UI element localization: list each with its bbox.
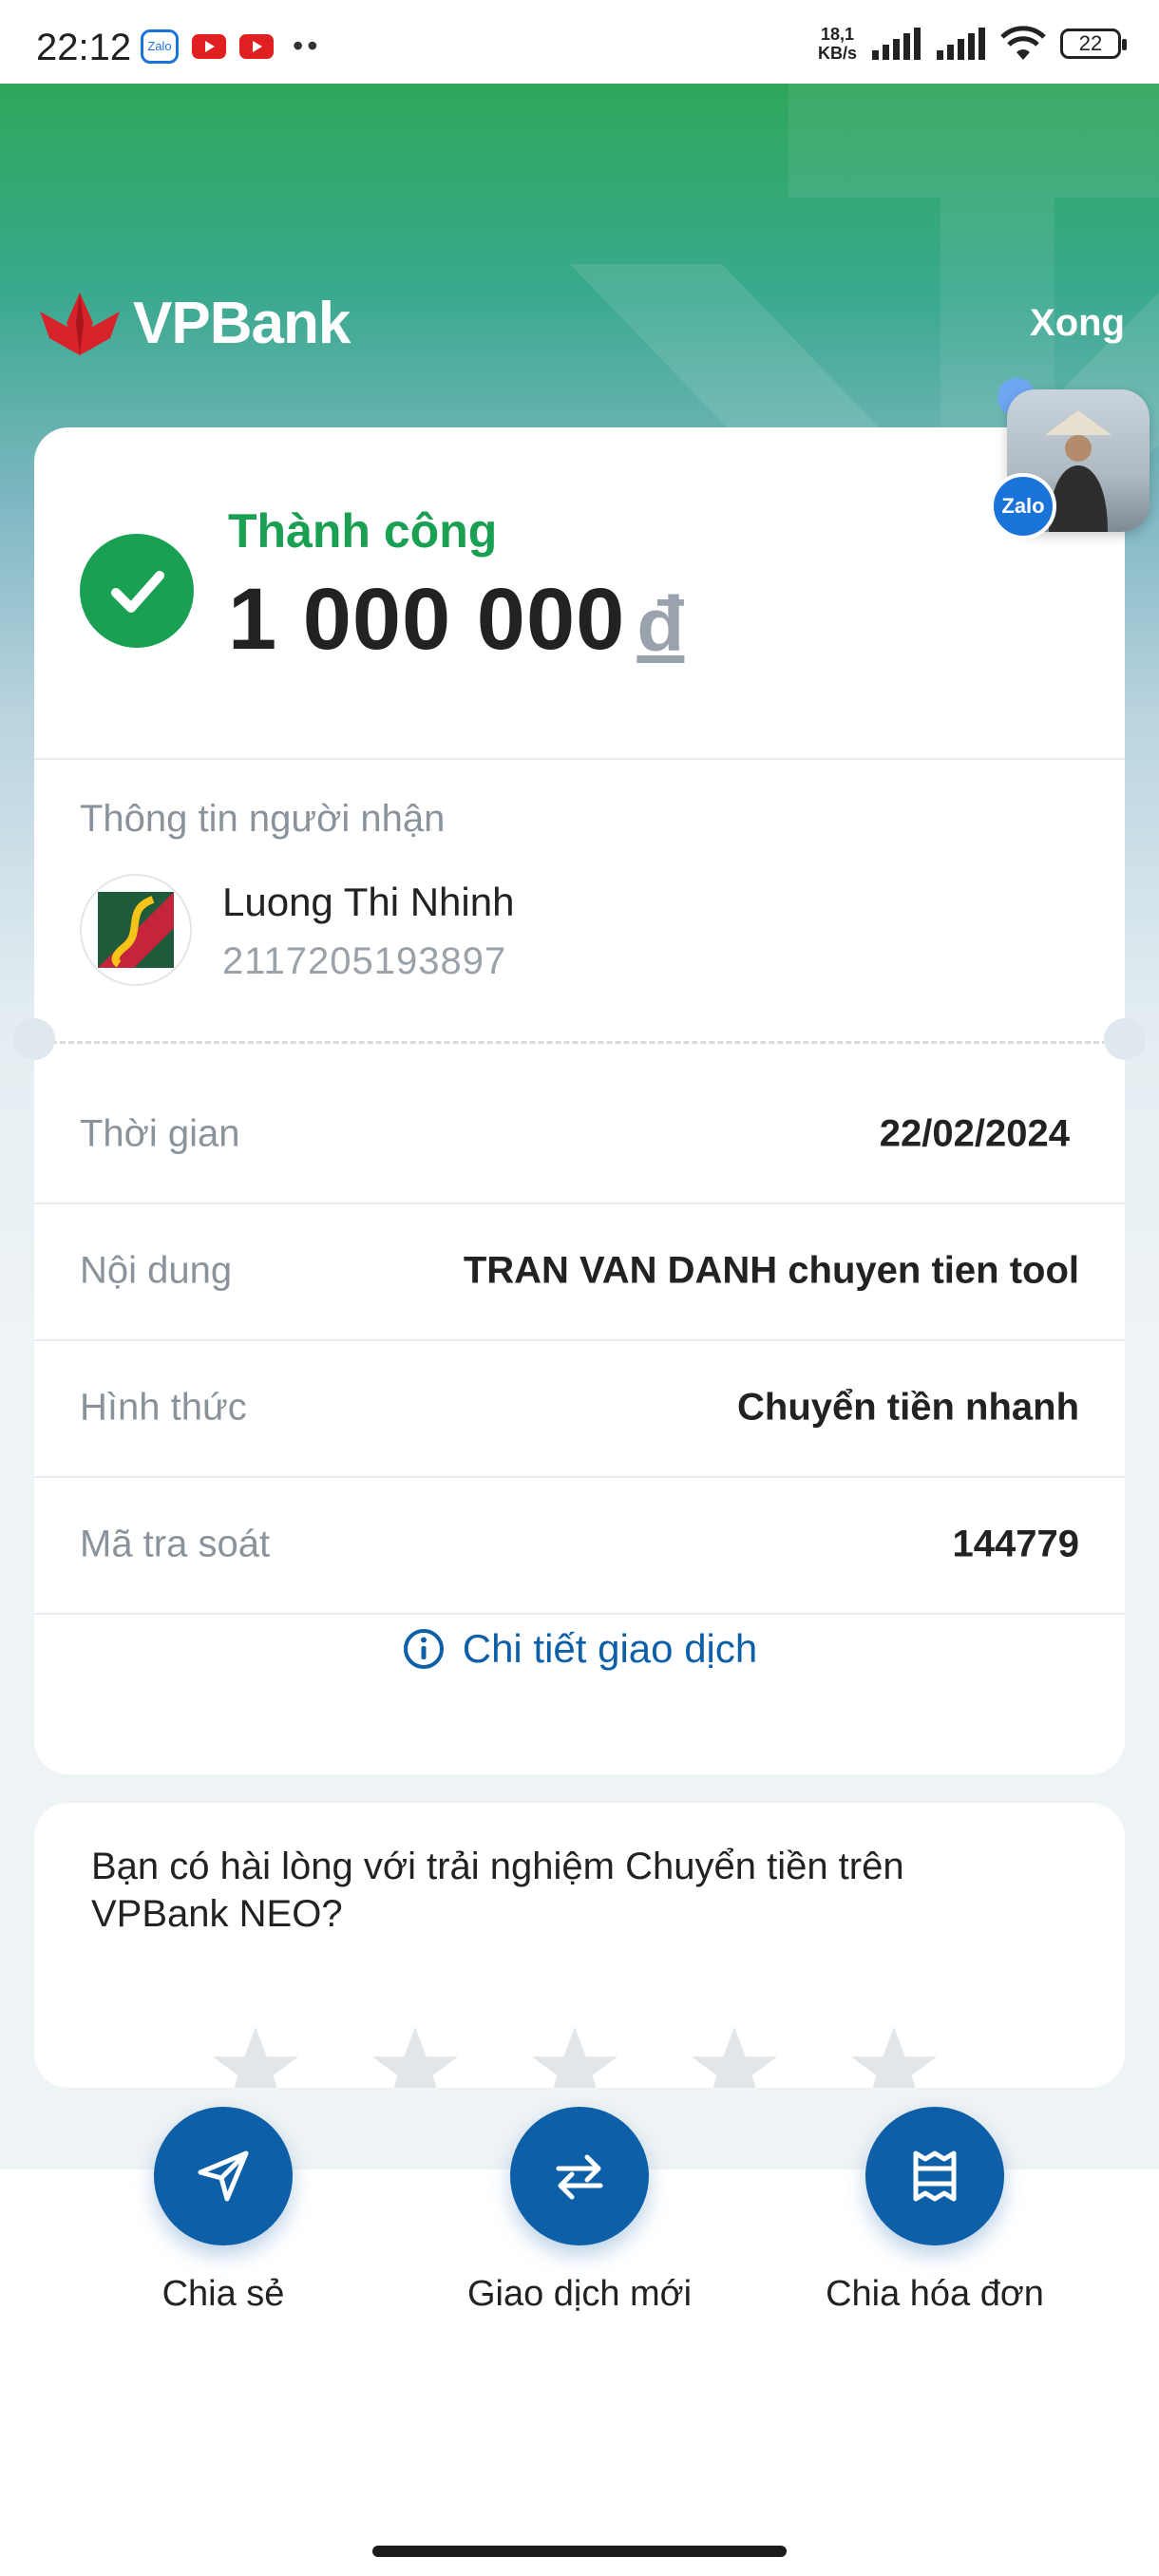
network-speed: 18,1 KB/s [817, 25, 857, 63]
recipient-name: Luong Thi Nhinh [222, 880, 515, 924]
star-icon[interactable] [688, 2021, 781, 2088]
detail-value: 144779 [952, 1523, 1079, 1565]
ticket-notch-left [13, 1018, 55, 1060]
info-icon [403, 1629, 444, 1669]
notification-icons: Zalo •• [141, 28, 321, 64]
amount-row: 1 000 000 đ [228, 570, 684, 670]
transaction-detail-label: Chi tiết giao dịch [462, 1626, 758, 1671]
wifi-icon [1000, 26, 1046, 60]
detail-value: Chuyển tiền nhanh [737, 1386, 1079, 1429]
detail-row-content: Nội dung TRAN VAN DANH chuyen tien tool [34, 1203, 1125, 1341]
zalo-badge-icon: Zalo [990, 473, 1056, 540]
ticket-separator [34, 1041, 1125, 1044]
share-button[interactable] [154, 2107, 293, 2245]
zalo-icon: Zalo [141, 28, 179, 64]
detail-label: Nội dung [80, 1249, 233, 1292]
action-bar: Chia sẻ Giao dịch mới Chia hóa đơn [0, 2107, 1159, 2354]
status-bar: 22:12 Zalo •• 18,1 KB/s 22 [0, 0, 1159, 84]
detail-label: Hình thức [80, 1386, 247, 1429]
split-bill-action[interactable]: Chia hóa đơn [792, 2107, 1077, 2315]
success-check-icon [80, 534, 194, 648]
brand-name: VPBank [133, 290, 351, 356]
swap-arrows-icon [556, 2154, 603, 2200]
receipt-icon [913, 2150, 957, 2202]
signal-icon [937, 28, 985, 60]
detail-value: 22/02/2024 [879, 1112, 1070, 1155]
divider [34, 758, 1125, 760]
system-indicators: 18,1 KB/s 22 [817, 25, 1127, 63]
ticket-notch-right [1104, 1018, 1146, 1060]
recipient-caption: Thông tin người nhận [80, 798, 446, 840]
status-title: Thành công [228, 504, 498, 558]
share-action[interactable]: Chia sẻ [81, 2107, 366, 2315]
star-icon[interactable] [209, 2021, 302, 2088]
checkmark-icon [111, 571, 164, 613]
bank-logo-icon [80, 874, 192, 986]
star-rating [209, 2021, 940, 2088]
detail-value: TRAN VAN DANH chuyen tien tool [463, 1249, 1079, 1292]
send-icon [198, 2150, 249, 2202]
more-notifications-icon: •• [293, 28, 322, 63]
new-transaction-button[interactable] [510, 2107, 649, 2245]
vpbank-logo: VPBank [36, 285, 351, 361]
share-label: Chia sẻ [162, 2274, 285, 2314]
new-transaction-label: Giao dịch mới [466, 2274, 693, 2314]
battery-indicator: 22 [1060, 28, 1127, 59]
currency-symbol: đ [636, 581, 685, 668]
transaction-detail-link[interactable]: Chi tiết giao dịch [34, 1592, 1125, 1706]
survey-question: Bạn có hài lòng với trải nghiệm Chuyển t… [91, 1846, 904, 1935]
detail-label: Thời gian [80, 1112, 240, 1155]
split-bill-label: Chia hóa đơn [826, 2274, 1044, 2314]
transaction-result-card: Thành công 1 000 000 đ Thông tin người n… [34, 427, 1125, 1774]
signal-icon [872, 28, 921, 60]
done-button[interactable]: Xong [1030, 302, 1125, 345]
vpbank-logo-icon [40, 293, 120, 355]
new-transaction-action[interactable]: Giao dịch mới [437, 2107, 722, 2315]
recipient-account-number: 2117205193897 [222, 940, 507, 982]
youtube-icon [239, 33, 274, 59]
star-icon[interactable] [369, 2021, 462, 2088]
amount-value: 1 000 000 [228, 571, 626, 668]
detail-label: Mã tra soát [80, 1523, 271, 1565]
star-icon[interactable] [528, 2021, 621, 2088]
status-time: 22:12 [36, 27, 132, 68]
youtube-icon [192, 33, 226, 59]
detail-row-method: Hình thức Chuyển tiền nhanh [34, 1339, 1125, 1478]
zalo-chat-head[interactable]: Zalo [988, 378, 1150, 540]
star-icon[interactable] [847, 2021, 940, 2088]
satisfaction-survey-card: Bạn có hài lòng với trải nghiệm Chuyển t… [34, 1803, 1125, 2088]
home-indicator[interactable] [372, 2546, 787, 2557]
detail-row-time: Thời gian 22/02/2024 [34, 1066, 1125, 1204]
split-bill-button[interactable] [865, 2107, 1004, 2245]
